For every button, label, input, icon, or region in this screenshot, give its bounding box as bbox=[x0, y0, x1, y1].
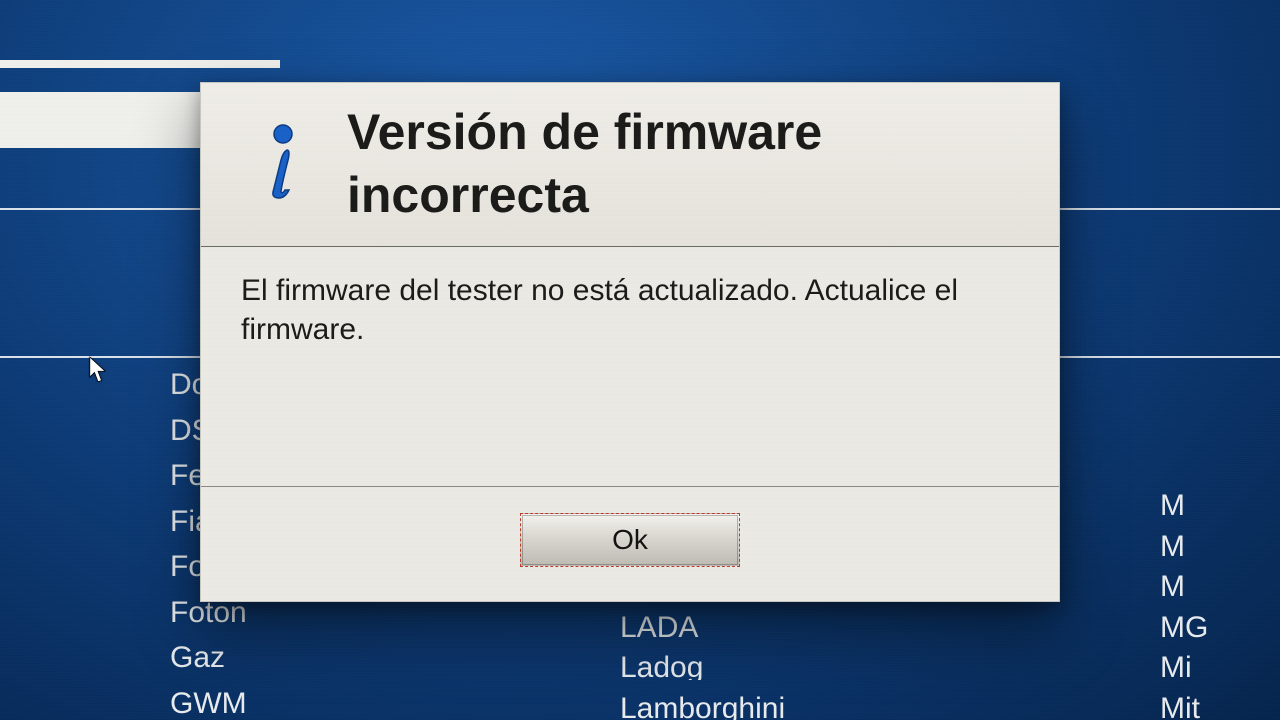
brand-label: M bbox=[1160, 489, 1185, 517]
brand-column-3: MMMMGMiMit bbox=[1120, 368, 1280, 720]
brand-label: Gaz bbox=[170, 641, 225, 674]
brand-list-item[interactable]: LADA bbox=[620, 611, 1120, 639]
header-strip-thin bbox=[0, 60, 280, 68]
brand-label: MG bbox=[1160, 611, 1208, 639]
firmware-warning-dialog: Versión de firmware incorrecta El firmwa… bbox=[200, 82, 1060, 602]
brand-label: Mit bbox=[1160, 692, 1200, 720]
brand-list-item[interactable]: M bbox=[1160, 489, 1280, 517]
brand-list-item[interactable] bbox=[1160, 408, 1280, 436]
brand-label: Ladog bbox=[620, 651, 703, 679]
dialog-title: Versión de firmware incorrecta bbox=[347, 101, 1021, 226]
ok-button[interactable]: Ok bbox=[520, 513, 740, 567]
brand-list-item[interactable]: Mi bbox=[1160, 651, 1280, 679]
brand-label: M bbox=[1160, 530, 1185, 558]
brand-list-item[interactable]: M bbox=[1160, 570, 1280, 598]
dialog-header: Versión de firmware incorrecta bbox=[201, 83, 1059, 247]
brand-list-item[interactable]: Gaz bbox=[170, 641, 560, 675]
brand-list-item[interactable]: Ladog bbox=[620, 651, 1120, 679]
brand-label: Mi bbox=[1160, 651, 1192, 679]
brand-list-item[interactable]: Mit bbox=[1160, 692, 1280, 720]
brand-label: GWM bbox=[170, 687, 247, 720]
app-background: DodgeDS AutomobilesFerrariFiatFordFotonG… bbox=[0, 0, 1280, 720]
dialog-footer: Ok bbox=[201, 487, 1059, 601]
brand-list-item[interactable] bbox=[1160, 368, 1280, 396]
brand-label: Lamborghini bbox=[620, 692, 785, 720]
brand-list-item[interactable]: GWM bbox=[170, 687, 560, 720]
brand-list-item[interactable]: Lamborghini bbox=[620, 692, 1120, 720]
info-icon bbox=[251, 124, 311, 204]
brand-list-item[interactable]: M bbox=[1160, 530, 1280, 558]
brand-list-item[interactable] bbox=[1160, 449, 1280, 477]
brand-label: LADA bbox=[620, 611, 698, 639]
brand-list-item[interactable]: MG bbox=[1160, 611, 1280, 639]
brand-label: M bbox=[1160, 570, 1185, 598]
dialog-message: El firmware del tester no está actualiza… bbox=[201, 247, 1059, 487]
